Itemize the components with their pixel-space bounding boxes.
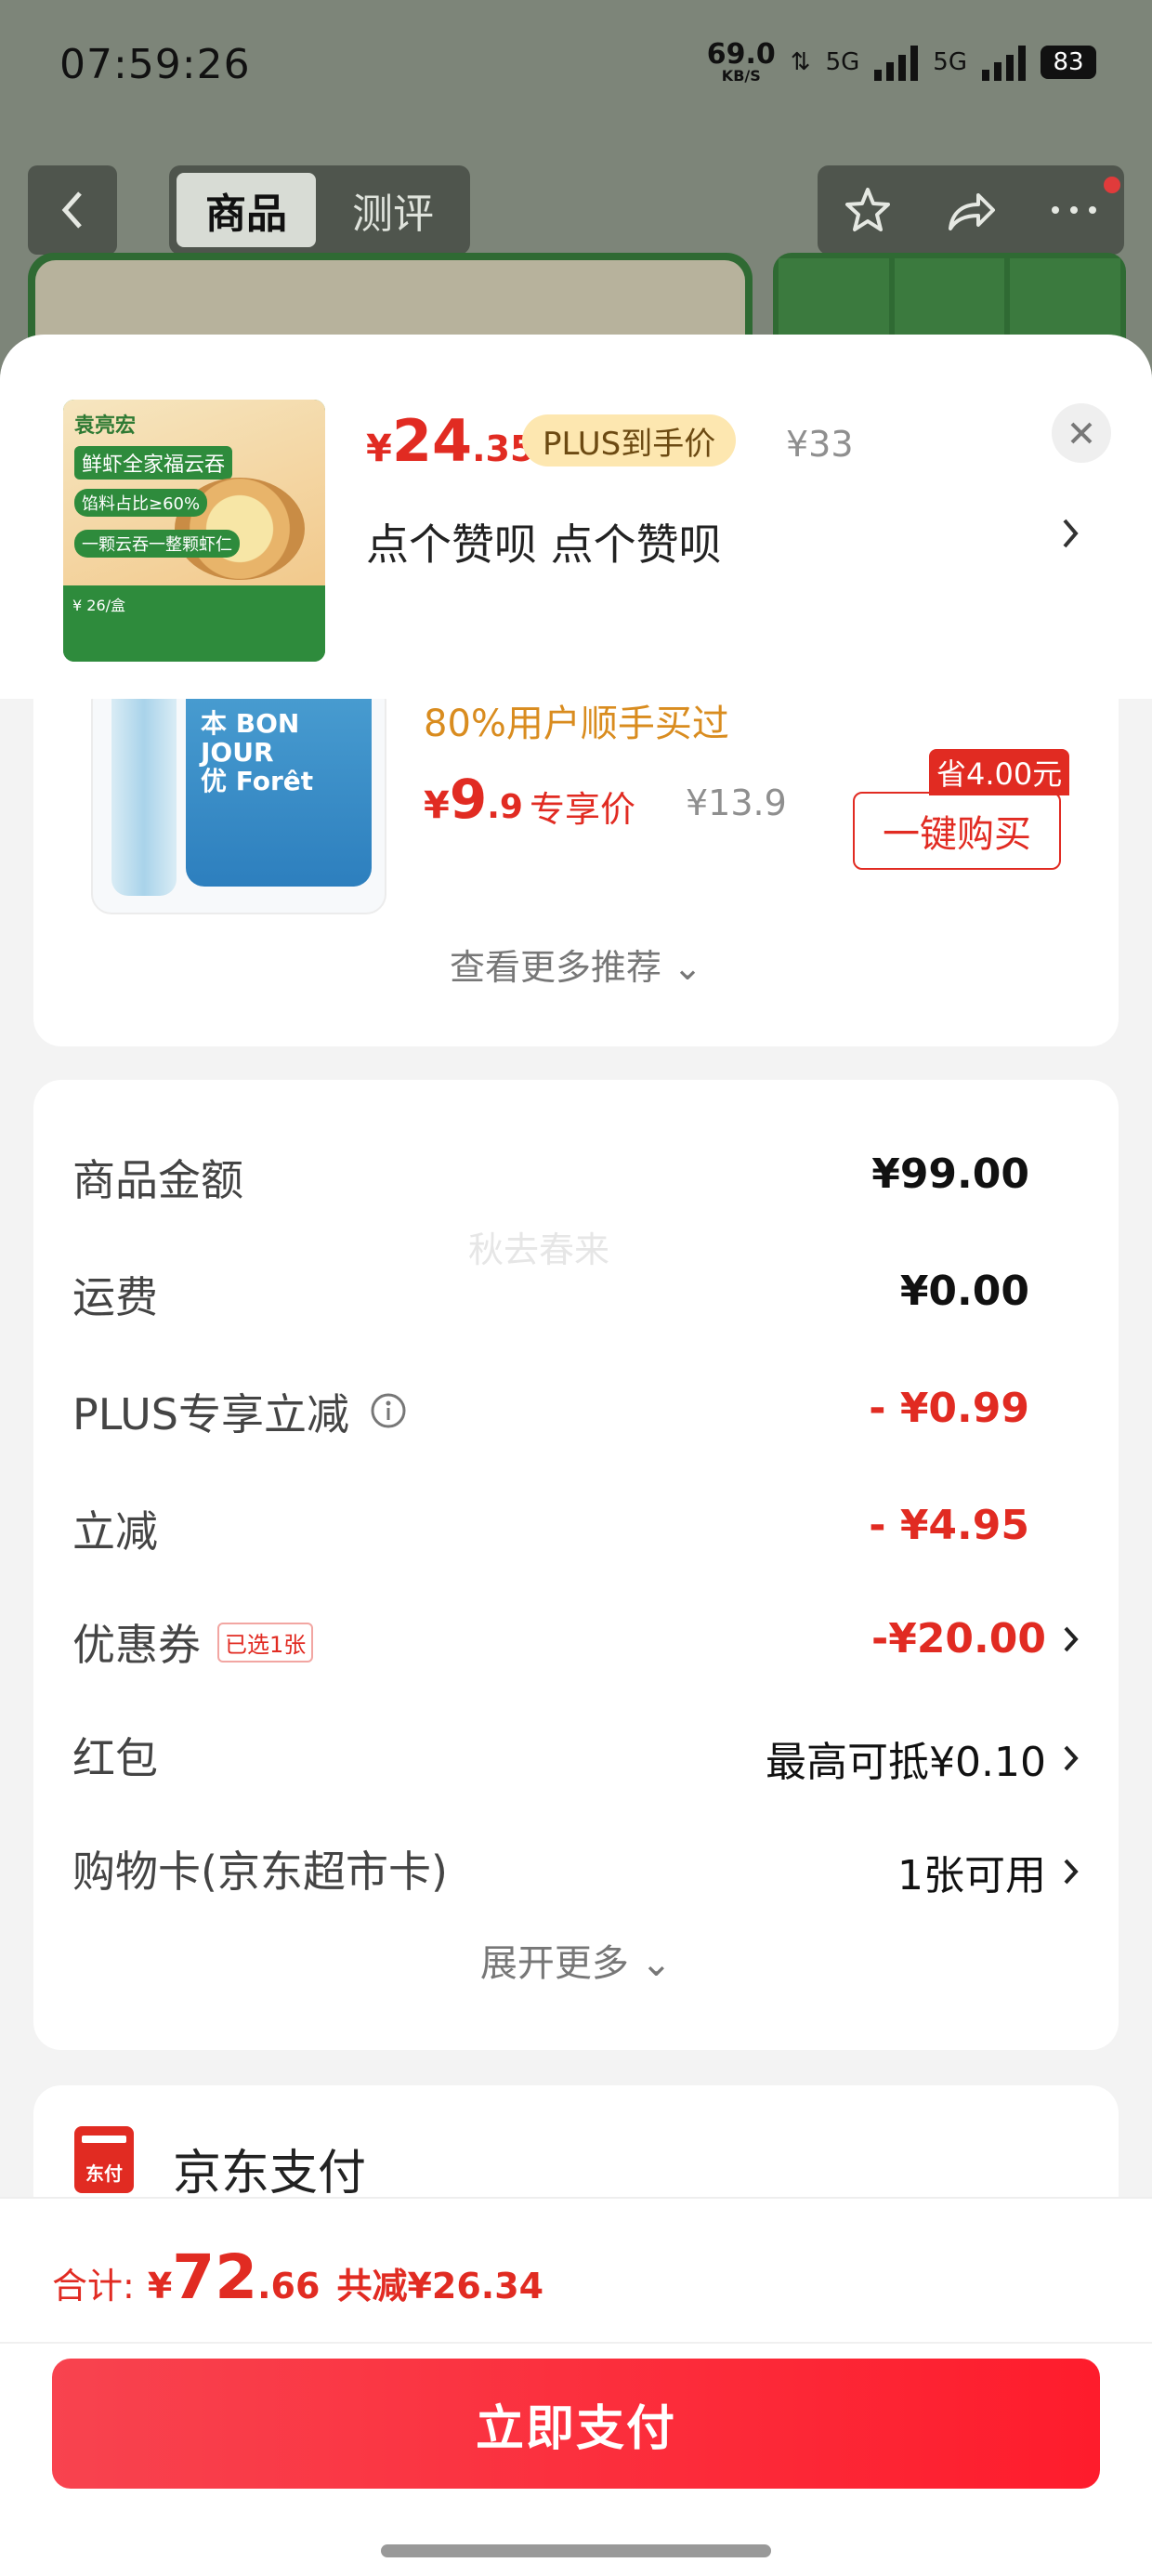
- signal-icon-2: [982, 44, 1026, 81]
- chevron-right-icon: [1064, 1745, 1079, 1771]
- fee-row-coupon[interactable]: 优惠券 已选1张 -¥20.00: [72, 1611, 1080, 1686]
- signal-icon: [874, 44, 919, 81]
- fee-summary-card: 秋去春来 商品金额 ¥99.00 运费 ¥0.00 PLUS专享立减 - ¥0.…: [33, 1080, 1119, 2050]
- water-pack-image: 本 BON JOUR 优 Forêt: [186, 682, 372, 887]
- share-icon[interactable]: [943, 184, 999, 236]
- product-top-nav: 商品 测评: [28, 165, 1124, 255]
- nav-tools: [818, 165, 1124, 255]
- status-time: 07:59:26: [59, 41, 251, 88]
- fee-row-shopping-card[interactable]: 购物卡(京东超市卡) 1张可用: [72, 1838, 1080, 1912]
- fee-row-red-packet[interactable]: 红包 最高可抵¥0.10: [72, 1725, 1080, 1799]
- tab-product[interactable]: 商品: [177, 173, 316, 247]
- close-icon: [1070, 422, 1093, 444]
- sheet-header: 袁亮宏 鲜虾全家福云吞 馅料占比≥60% 一颗云吞一整颗虾仁 ¥ 26/盒 ¥ …: [0, 335, 1152, 699]
- recommend-original-price: ¥13.9: [686, 782, 787, 823]
- product-price: ¥ 24 .35: [366, 407, 535, 475]
- selected-spec[interactable]: 点个赞呗 点个赞呗: [366, 511, 722, 572]
- exclusive-price-tag: 专享价: [530, 789, 636, 830]
- status-indicators: 69.0 KB/S ⇅ 5G 5G 83: [707, 41, 1096, 84]
- chevron-left-icon: [61, 191, 82, 229]
- chevron-right-icon: [1064, 1626, 1079, 1651]
- jd-pay-icon: 东付: [74, 2126, 134, 2193]
- chevron-right-icon: [1064, 1859, 1079, 1885]
- fee-row-shipping: 运费 ¥0.00: [72, 1268, 1029, 1322]
- network-type-label-2: 5G: [933, 48, 967, 76]
- star-icon[interactable]: [842, 184, 894, 236]
- one-click-buy-button[interactable]: 一键购买: [853, 792, 1061, 870]
- expand-more[interactable]: 展开更多 ⌄: [33, 1933, 1119, 1987]
- total-saved: 共减¥26.34: [336, 2266, 544, 2307]
- recommend-product-image[interactable]: 本 BON JOUR 优 Forêt: [91, 680, 386, 914]
- fee-row-instant-discount: 立减 - ¥4.95: [72, 1502, 1029, 1557]
- see-more-recommendations[interactable]: 查看更多推荐 ⌄: [33, 939, 1119, 990]
- product-thumbnail[interactable]: 袁亮宏 鲜虾全家福云吞 馅料占比≥60% 一颗云吞一整颗虾仁 ¥ 26/盒: [63, 400, 325, 662]
- close-button[interactable]: [1052, 403, 1111, 463]
- chevron-right-icon[interactable]: [1061, 515, 1081, 552]
- water-bottle-image: [111, 682, 177, 896]
- checkout-bottom-bar: 合计: ¥ 72 .66 共减¥26.34 立即支付: [0, 2197, 1152, 2576]
- home-indicator[interactable]: [381, 2544, 771, 2557]
- save-badge: 省4.00元: [929, 749, 1070, 795]
- order-total: 合计: ¥ 72 .66 共减¥26.34: [52, 2241, 544, 2313]
- original-price: ¥33: [786, 424, 854, 465]
- back-button[interactable]: [28, 165, 117, 255]
- fee-row-goods-amount: 商品金额 ¥99.00: [72, 1150, 1029, 1205]
- notification-dot: [1104, 177, 1120, 193]
- coupon-selected-chip: 已选1张: [217, 1623, 314, 1663]
- more-icon[interactable]: [1048, 201, 1100, 219]
- plus-price-badge: PLUS到手价: [522, 414, 737, 467]
- tab-review[interactable]: 测评: [323, 173, 463, 247]
- product-tabs: 商品 测评: [169, 165, 470, 255]
- network-type-label: 5G: [825, 48, 860, 76]
- pay-now-button[interactable]: 立即支付: [52, 2359, 1100, 2489]
- bought-together-text: 80%用户顺手买过: [424, 703, 729, 745]
- recommend-price: ¥ 9 .9: [424, 768, 523, 831]
- network-speed: 69.0 KB/S: [706, 38, 776, 85]
- info-icon[interactable]: [370, 1389, 407, 1439]
- status-bar: 07:59:26 69.0 KB/S ⇅ 5G 5G 83: [0, 0, 1152, 139]
- divider: [0, 2342, 1152, 2344]
- battery-icon: 83: [1041, 46, 1096, 79]
- payment-method-label: 京东支付: [173, 2146, 367, 2201]
- data-arrows-icon: ⇅: [790, 48, 811, 76]
- recommendation-card: 本 BON JOUR 优 Forêt 80%用户顺手买过 ¥ 9 .9 专享价 …: [33, 643, 1119, 1046]
- fee-row-plus-discount: PLUS专享立减 - ¥0.99: [72, 1385, 1029, 1439]
